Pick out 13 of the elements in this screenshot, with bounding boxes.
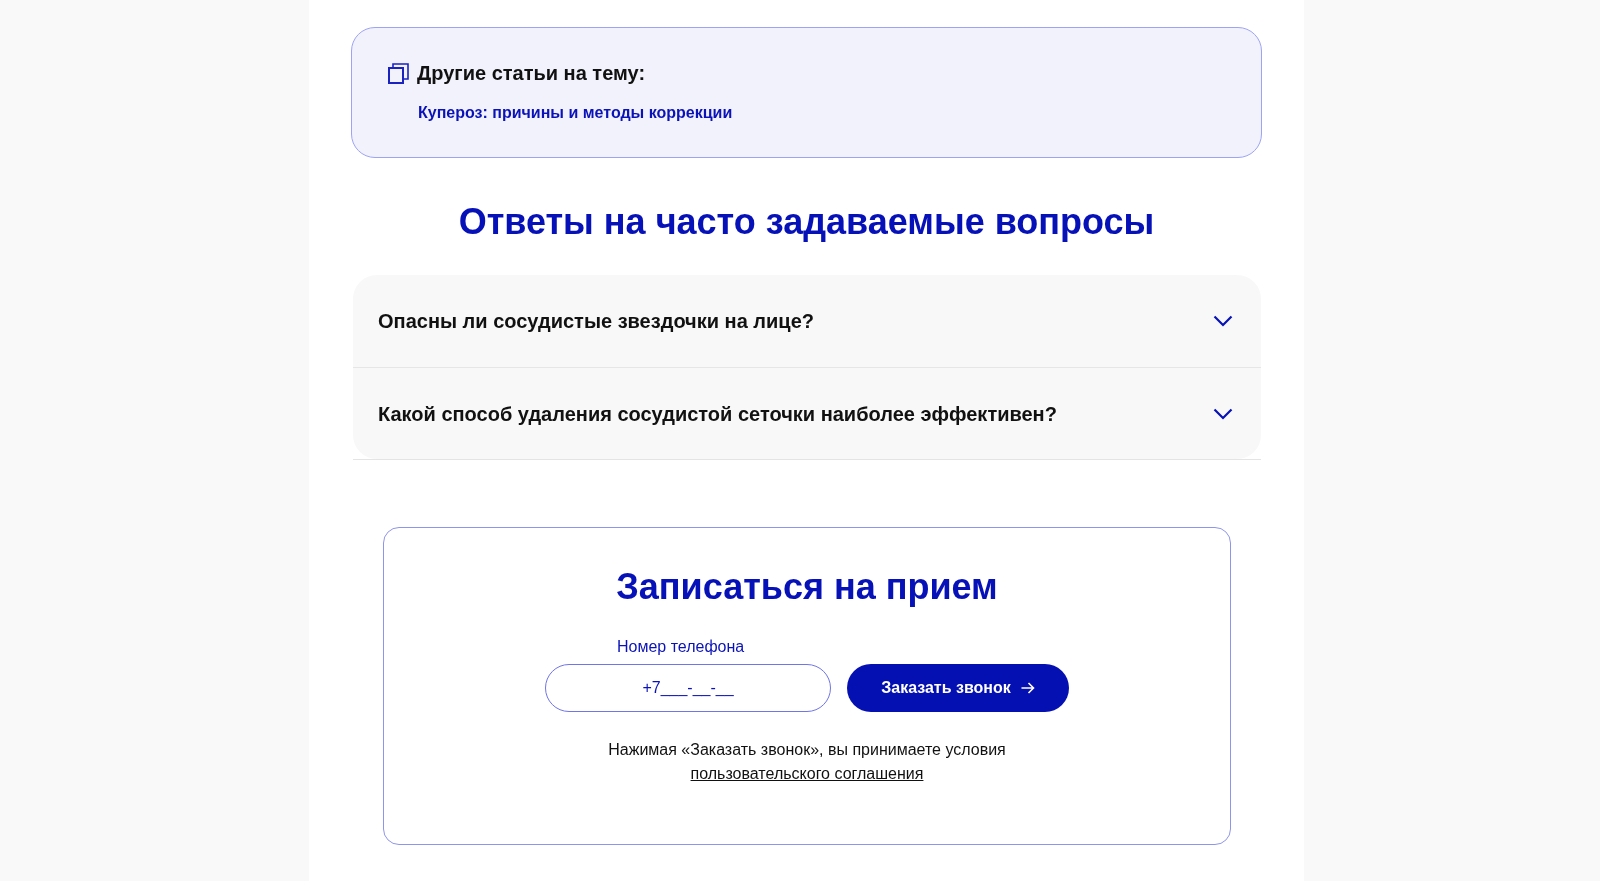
faq-question[interactable]: Опасны ли сосудистые звездочки на лице? [353, 275, 1261, 367]
article-link[interactable]: Купероз: причины и методы коррекции [418, 102, 1225, 124]
form-heading: Записаться на прием [615, 565, 999, 609]
faq-heading: Ответы на часто задаваемые вопросы [457, 200, 1156, 244]
user-agreement-link[interactable]: пользовательского соглашения [690, 765, 924, 782]
copy-icon [388, 62, 409, 84]
call-request-button[interactable]: Заказать звонок [847, 664, 1069, 712]
arrow-right-icon [1020, 682, 1035, 694]
consent-text: Нажимая «Заказать звонок», вы принимаете условия пользовательского соглашения [607, 740, 1007, 784]
section-title: Другие статьи на тему: [417, 61, 646, 86]
phone-label: Номер телефона [617, 637, 746, 657]
phone-input-field[interactable]: +7___-__-__ [545, 664, 831, 712]
faq-question[interactable]: Какой способ удаления сосудистой сеточки наиболее эффективен? [353, 367, 1261, 459]
